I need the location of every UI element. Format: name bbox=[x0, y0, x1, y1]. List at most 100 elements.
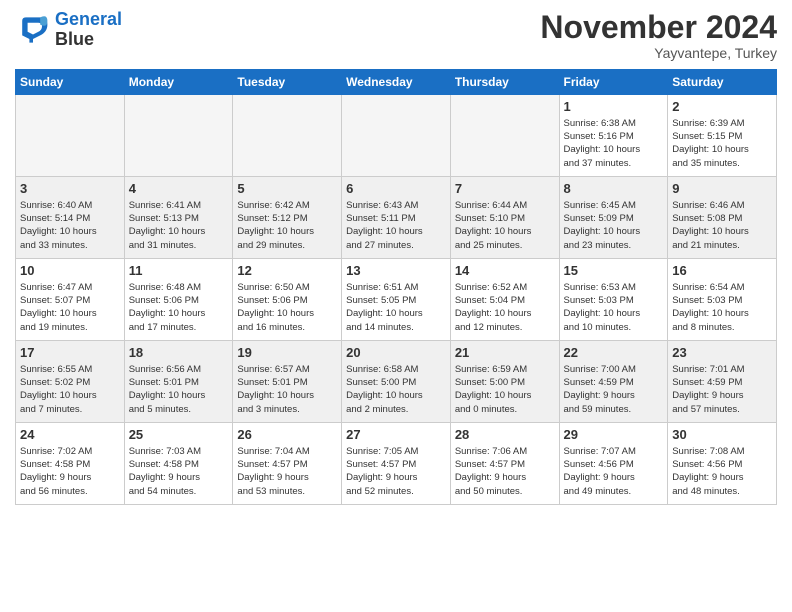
calendar-cell: 6Sunrise: 6:43 AM Sunset: 5:11 PM Daylig… bbox=[342, 177, 451, 259]
calendar-cell: 25Sunrise: 7:03 AM Sunset: 4:58 PM Dayli… bbox=[124, 423, 233, 505]
day-info: Sunrise: 6:53 AM Sunset: 5:03 PM Dayligh… bbox=[564, 281, 664, 334]
calendar-cell bbox=[342, 95, 451, 177]
calendar-week-row: 10Sunrise: 6:47 AM Sunset: 5:07 PM Dayli… bbox=[16, 259, 777, 341]
day-info: Sunrise: 7:06 AM Sunset: 4:57 PM Dayligh… bbox=[455, 445, 555, 498]
calendar-cell: 20Sunrise: 6:58 AM Sunset: 5:00 PM Dayli… bbox=[342, 341, 451, 423]
day-number: 24 bbox=[20, 426, 120, 444]
title-block: November 2024 Yayvantepe, Turkey bbox=[540, 10, 777, 61]
weekday-header: Tuesday bbox=[233, 70, 342, 95]
day-info: Sunrise: 6:52 AM Sunset: 5:04 PM Dayligh… bbox=[455, 281, 555, 334]
day-info: Sunrise: 6:58 AM Sunset: 5:00 PM Dayligh… bbox=[346, 363, 446, 416]
calendar-cell: 7Sunrise: 6:44 AM Sunset: 5:10 PM Daylig… bbox=[450, 177, 559, 259]
calendar-cell bbox=[16, 95, 125, 177]
calendar-cell: 29Sunrise: 7:07 AM Sunset: 4:56 PM Dayli… bbox=[559, 423, 668, 505]
day-number: 25 bbox=[129, 426, 229, 444]
calendar: SundayMondayTuesdayWednesdayThursdayFrid… bbox=[15, 69, 777, 505]
calendar-week-row: 3Sunrise: 6:40 AM Sunset: 5:14 PM Daylig… bbox=[16, 177, 777, 259]
weekday-header: Sunday bbox=[16, 70, 125, 95]
calendar-cell: 8Sunrise: 6:45 AM Sunset: 5:09 PM Daylig… bbox=[559, 177, 668, 259]
day-number: 28 bbox=[455, 426, 555, 444]
day-info: Sunrise: 6:41 AM Sunset: 5:13 PM Dayligh… bbox=[129, 199, 229, 252]
day-number: 5 bbox=[237, 180, 337, 198]
day-number: 16 bbox=[672, 262, 772, 280]
day-info: Sunrise: 6:46 AM Sunset: 5:08 PM Dayligh… bbox=[672, 199, 772, 252]
day-number: 29 bbox=[564, 426, 664, 444]
day-number: 10 bbox=[20, 262, 120, 280]
day-info: Sunrise: 7:04 AM Sunset: 4:57 PM Dayligh… bbox=[237, 445, 337, 498]
day-number: 4 bbox=[129, 180, 229, 198]
calendar-cell: 1Sunrise: 6:38 AM Sunset: 5:16 PM Daylig… bbox=[559, 95, 668, 177]
calendar-cell: 3Sunrise: 6:40 AM Sunset: 5:14 PM Daylig… bbox=[16, 177, 125, 259]
day-info: Sunrise: 6:42 AM Sunset: 5:12 PM Dayligh… bbox=[237, 199, 337, 252]
location-title: Yayvantepe, Turkey bbox=[540, 45, 777, 61]
calendar-week-row: 24Sunrise: 7:02 AM Sunset: 4:58 PM Dayli… bbox=[16, 423, 777, 505]
calendar-cell: 9Sunrise: 6:46 AM Sunset: 5:08 PM Daylig… bbox=[668, 177, 777, 259]
calendar-cell: 21Sunrise: 6:59 AM Sunset: 5:00 PM Dayli… bbox=[450, 341, 559, 423]
calendar-cell bbox=[233, 95, 342, 177]
day-info: Sunrise: 7:00 AM Sunset: 4:59 PM Dayligh… bbox=[564, 363, 664, 416]
weekday-header: Monday bbox=[124, 70, 233, 95]
day-number: 3 bbox=[20, 180, 120, 198]
day-number: 21 bbox=[455, 344, 555, 362]
day-info: Sunrise: 6:51 AM Sunset: 5:05 PM Dayligh… bbox=[346, 281, 446, 334]
calendar-cell: 12Sunrise: 6:50 AM Sunset: 5:06 PM Dayli… bbox=[233, 259, 342, 341]
weekday-header: Saturday bbox=[668, 70, 777, 95]
logo-icon bbox=[15, 12, 51, 48]
day-info: Sunrise: 6:47 AM Sunset: 5:07 PM Dayligh… bbox=[20, 281, 120, 334]
day-info: Sunrise: 6:39 AM Sunset: 5:15 PM Dayligh… bbox=[672, 117, 772, 170]
calendar-week-row: 17Sunrise: 6:55 AM Sunset: 5:02 PM Dayli… bbox=[16, 341, 777, 423]
calendar-cell: 4Sunrise: 6:41 AM Sunset: 5:13 PM Daylig… bbox=[124, 177, 233, 259]
logo: General Blue bbox=[15, 10, 122, 50]
day-info: Sunrise: 6:44 AM Sunset: 5:10 PM Dayligh… bbox=[455, 199, 555, 252]
day-number: 19 bbox=[237, 344, 337, 362]
calendar-cell bbox=[124, 95, 233, 177]
calendar-cell: 19Sunrise: 6:57 AM Sunset: 5:01 PM Dayli… bbox=[233, 341, 342, 423]
day-number: 14 bbox=[455, 262, 555, 280]
calendar-cell: 11Sunrise: 6:48 AM Sunset: 5:06 PM Dayli… bbox=[124, 259, 233, 341]
day-number: 1 bbox=[564, 98, 664, 116]
weekday-header: Thursday bbox=[450, 70, 559, 95]
day-info: Sunrise: 7:08 AM Sunset: 4:56 PM Dayligh… bbox=[672, 445, 772, 498]
weekday-header: Friday bbox=[559, 70, 668, 95]
calendar-cell: 15Sunrise: 6:53 AM Sunset: 5:03 PM Dayli… bbox=[559, 259, 668, 341]
calendar-cell: 27Sunrise: 7:05 AM Sunset: 4:57 PM Dayli… bbox=[342, 423, 451, 505]
day-number: 22 bbox=[564, 344, 664, 362]
day-info: Sunrise: 6:57 AM Sunset: 5:01 PM Dayligh… bbox=[237, 363, 337, 416]
day-info: Sunrise: 6:45 AM Sunset: 5:09 PM Dayligh… bbox=[564, 199, 664, 252]
month-title: November 2024 bbox=[540, 10, 777, 45]
calendar-body: 1Sunrise: 6:38 AM Sunset: 5:16 PM Daylig… bbox=[16, 95, 777, 505]
calendar-header: SundayMondayTuesdayWednesdayThursdayFrid… bbox=[16, 70, 777, 95]
day-number: 2 bbox=[672, 98, 772, 116]
day-number: 7 bbox=[455, 180, 555, 198]
calendar-cell: 24Sunrise: 7:02 AM Sunset: 4:58 PM Dayli… bbox=[16, 423, 125, 505]
calendar-cell: 5Sunrise: 6:42 AM Sunset: 5:12 PM Daylig… bbox=[233, 177, 342, 259]
logo-text: General Blue bbox=[55, 10, 122, 50]
day-info: Sunrise: 6:38 AM Sunset: 5:16 PM Dayligh… bbox=[564, 117, 664, 170]
day-info: Sunrise: 6:48 AM Sunset: 5:06 PM Dayligh… bbox=[129, 281, 229, 334]
calendar-cell: 30Sunrise: 7:08 AM Sunset: 4:56 PM Dayli… bbox=[668, 423, 777, 505]
day-number: 17 bbox=[20, 344, 120, 362]
calendar-cell: 14Sunrise: 6:52 AM Sunset: 5:04 PM Dayli… bbox=[450, 259, 559, 341]
day-number: 20 bbox=[346, 344, 446, 362]
day-info: Sunrise: 7:05 AM Sunset: 4:57 PM Dayligh… bbox=[346, 445, 446, 498]
day-info: Sunrise: 7:01 AM Sunset: 4:59 PM Dayligh… bbox=[672, 363, 772, 416]
day-info: Sunrise: 6:50 AM Sunset: 5:06 PM Dayligh… bbox=[237, 281, 337, 334]
day-info: Sunrise: 7:02 AM Sunset: 4:58 PM Dayligh… bbox=[20, 445, 120, 498]
calendar-cell: 28Sunrise: 7:06 AM Sunset: 4:57 PM Dayli… bbox=[450, 423, 559, 505]
calendar-cell: 16Sunrise: 6:54 AM Sunset: 5:03 PM Dayli… bbox=[668, 259, 777, 341]
calendar-cell: 26Sunrise: 7:04 AM Sunset: 4:57 PM Dayli… bbox=[233, 423, 342, 505]
day-number: 6 bbox=[346, 180, 446, 198]
day-info: Sunrise: 6:54 AM Sunset: 5:03 PM Dayligh… bbox=[672, 281, 772, 334]
day-number: 13 bbox=[346, 262, 446, 280]
day-info: Sunrise: 6:56 AM Sunset: 5:01 PM Dayligh… bbox=[129, 363, 229, 416]
day-number: 15 bbox=[564, 262, 664, 280]
day-number: 26 bbox=[237, 426, 337, 444]
day-number: 12 bbox=[237, 262, 337, 280]
weekday-row: SundayMondayTuesdayWednesdayThursdayFrid… bbox=[16, 70, 777, 95]
day-info: Sunrise: 7:03 AM Sunset: 4:58 PM Dayligh… bbox=[129, 445, 229, 498]
calendar-cell: 22Sunrise: 7:00 AM Sunset: 4:59 PM Dayli… bbox=[559, 341, 668, 423]
day-info: Sunrise: 7:07 AM Sunset: 4:56 PM Dayligh… bbox=[564, 445, 664, 498]
day-info: Sunrise: 6:40 AM Sunset: 5:14 PM Dayligh… bbox=[20, 199, 120, 252]
day-number: 11 bbox=[129, 262, 229, 280]
calendar-cell: 18Sunrise: 6:56 AM Sunset: 5:01 PM Dayli… bbox=[124, 341, 233, 423]
